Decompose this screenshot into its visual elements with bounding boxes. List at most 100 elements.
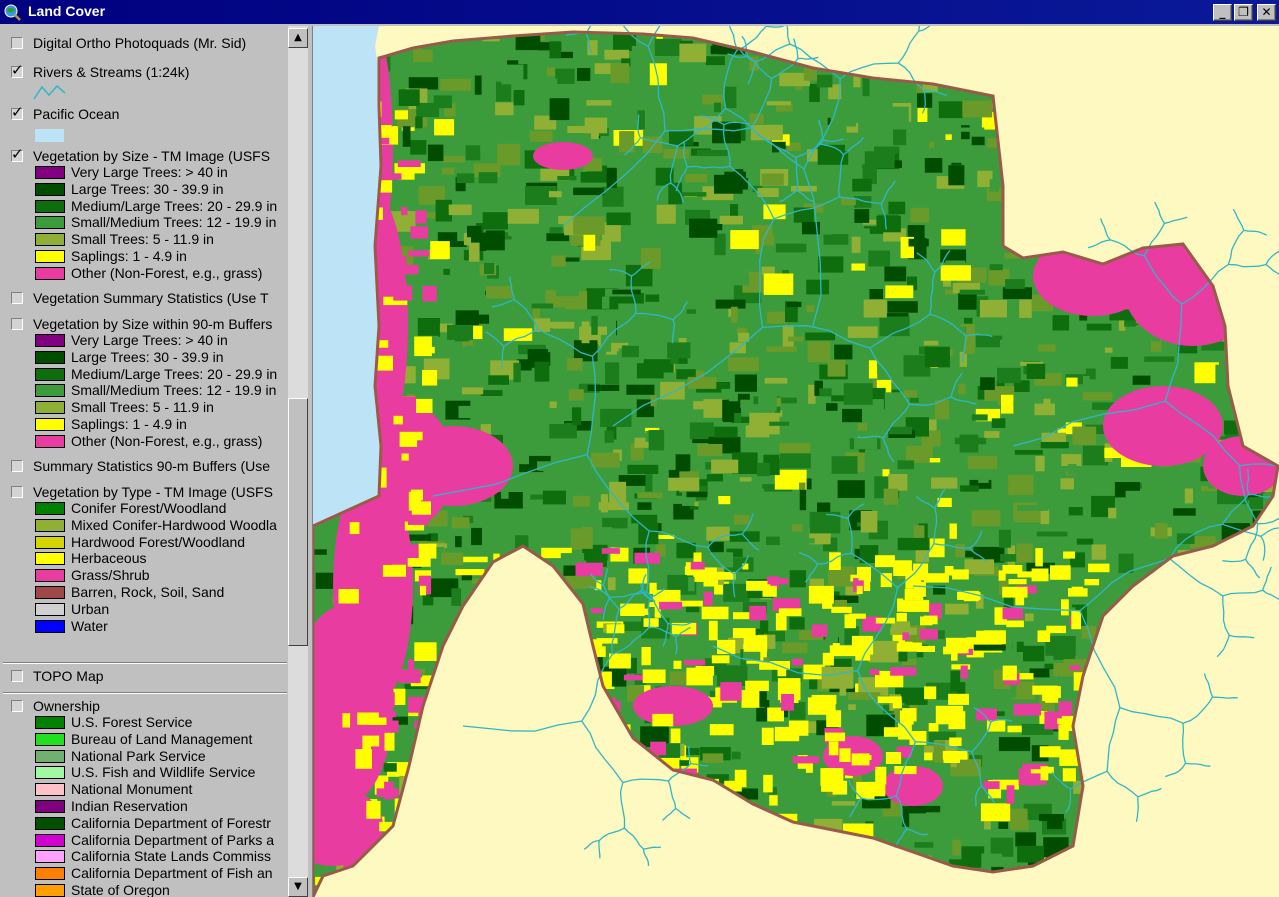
legend-item: Saplings: 1 - 4.9 in <box>0 416 287 433</box>
layer-name[interactable]: Rivers & Streams (1:24k) <box>33 63 189 81</box>
legend-item: Small/Medium Trees: 12 - 19.9 in <box>0 382 287 399</box>
layer-name[interactable]: Vegetation Summary Statistics (Use T <box>33 289 269 307</box>
legend-item: Bureau of Land Management <box>0 731 287 748</box>
toc-layer-header[interactable]: Ownership <box>0 697 287 715</box>
layer-visibility-checkbox[interactable] <box>11 292 23 304</box>
legend-swatch <box>35 585 65 599</box>
toc-layer-header[interactable]: Digital Ortho Photoquads (Mr. Sid) <box>0 34 287 52</box>
scroll-up-button[interactable]: ▲ <box>288 28 308 48</box>
legend-item: Urban <box>0 601 287 618</box>
legend-swatch <box>35 384 65 398</box>
toc-layer-header[interactable]: Vegetation by Size within 90-m Buffers <box>0 315 287 333</box>
layer-name[interactable]: Pacific Ocean <box>33 105 119 123</box>
toc-layer: ✓ Vegetation by Size - TM Image (USFS Very… <box>0 145 287 282</box>
legend-item: National Monument <box>0 781 287 798</box>
legend-item: California State Lands Commiss <box>0 848 287 865</box>
legend-swatch <box>35 552 65 566</box>
legend-item: Medium/Large Trees: 20 - 29.9 in <box>0 198 287 215</box>
close-button[interactable]: ✕ <box>1257 4 1276 21</box>
legend-label: Herbaceous <box>71 550 147 567</box>
legend-swatch <box>35 249 65 263</box>
toc-vertical-scrollbar[interactable]: ▲ ▼ <box>288 26 308 897</box>
legend-label: State of Oregon <box>71 881 170 897</box>
land-cover-window: Land Cover _ ❐ ✕ Digital Ortho Photoquad… <box>0 0 1279 897</box>
legend-swatch <box>35 417 65 431</box>
layer-visibility-checkbox[interactable] <box>11 318 23 330</box>
grass-shrub-patch <box>533 142 593 170</box>
toc-layer-header[interactable]: Vegetation by Type - TM Image (USFS <box>0 483 287 501</box>
legend-swatch <box>35 716 65 729</box>
legend-swatch <box>35 619 65 633</box>
legend-swatch <box>35 783 65 797</box>
legend-swatch <box>35 867 65 881</box>
layer-name[interactable]: Ownership <box>33 697 100 715</box>
legend-label: Other (Non-Forest, e.g., grass) <box>71 264 263 281</box>
layer-visibility-checkbox[interactable] <box>11 486 23 498</box>
legend-swatch <box>35 602 65 616</box>
legend-item: California Department of Fish an <box>0 865 287 882</box>
title-bar[interactable]: Land Cover _ ❐ ✕ <box>0 0 1279 24</box>
layer-visibility-checkbox[interactable] <box>11 37 23 49</box>
toc-layer-header[interactable]: TOPO Map <box>0 667 287 685</box>
legend-swatch <box>35 569 65 583</box>
legend-label: Small/Medium Trees: 12 - 19.9 in <box>71 214 277 231</box>
layer-name[interactable]: TOPO Map <box>33 667 104 685</box>
legend-swatch <box>35 502 65 515</box>
toc-layer: Ownership U.S. Forest Service Bureau of La… <box>0 697 287 897</box>
toc-layer-header[interactable]: ✓ Vegetation by Size - TM Image (USFS <box>0 145 287 165</box>
legend-label: Small/Medium Trees: 12 - 19.9 in <box>71 382 277 399</box>
legend-swatch <box>35 766 65 780</box>
legend-item: Saplings: 1 - 4.9 in <box>0 248 287 265</box>
legend-swatch <box>35 166 65 179</box>
legend-item: Large Trees: 30 - 39.9 in <box>0 349 287 366</box>
toc-layer: Vegetation by Size within 90-m Buffers Ve… <box>0 315 287 450</box>
map-view[interactable] <box>312 26 1279 897</box>
legend-swatch <box>35 732 65 746</box>
legend-label: Very Large Trees: > 40 in <box>71 332 228 348</box>
legend-swatch <box>35 833 65 847</box>
layer-name[interactable]: Digital Ortho Photoquads (Mr. Sid) <box>33 34 246 52</box>
toc-layer-header[interactable]: Summary Statistics 90-m Buffers (Use <box>0 457 287 475</box>
legend-label: California State Lands Commiss <box>71 848 271 865</box>
stream-line-symbol-icon <box>33 84 66 100</box>
toc-layer: Vegetation by Type - TM Image (USFS Conif… <box>0 483 287 634</box>
layer-visibility-checkbox[interactable] <box>11 670 23 682</box>
legend-label: Hardwood Forest/Woodland <box>71 533 246 550</box>
legend-swatch <box>35 816 65 830</box>
toc-layer-header[interactable]: ✓ Rivers & Streams (1:24k) <box>0 61 287 81</box>
toc-layer-header[interactable]: ✓ Pacific Ocean <box>0 103 287 123</box>
legend-label: Urban <box>71 600 110 617</box>
scroll-down-button[interactable]: ▼ <box>288 877 308 897</box>
legend-item: Barren, Rock, Soil, Sand <box>0 584 287 601</box>
layer-name[interactable]: Vegetation by Type - TM Image (USFS <box>33 483 273 501</box>
legend-label: Saplings: 1 - 4.9 in <box>71 247 187 264</box>
restore-button[interactable]: ❐ <box>1234 4 1253 21</box>
legend-swatch <box>35 266 65 280</box>
toc-group-separator <box>3 692 287 694</box>
toc-layer-header[interactable]: Vegetation Summary Statistics (Use T <box>0 289 287 307</box>
layer-name[interactable]: Vegetation by Size - TM Image (USFS <box>33 147 270 165</box>
legend-label: U.S. Forest Service <box>71 714 193 730</box>
legend-label: National Park Service <box>71 747 206 764</box>
layer-name[interactable]: Summary Statistics 90-m Buffers (Use <box>33 457 270 475</box>
scroll-thumb[interactable] <box>288 398 308 646</box>
legend-label: Very Large Trees: > 40 in <box>71 164 228 180</box>
legend-label: National Monument <box>71 781 193 798</box>
table-of-contents: Digital Ortho Photoquads (Mr. Sid) ✓ River… <box>0 26 310 897</box>
layer-visibility-checkbox[interactable] <box>11 460 23 472</box>
legend-swatch <box>35 799 65 813</box>
layer-visibility-checkbox[interactable] <box>11 700 23 712</box>
legend-label: Medium/Large Trees: 20 - 29.9 in <box>71 365 278 382</box>
legend-swatch <box>35 233 65 247</box>
legend-item: Large Trees: 30 - 39.9 in <box>0 181 287 198</box>
layer-name[interactable]: Vegetation by Size within 90-m Buffers <box>33 315 272 333</box>
legend-item: Conifer Forest/Woodland <box>0 500 287 517</box>
minimize-button[interactable]: _ <box>1213 4 1232 21</box>
legend-item: National Park Service <box>0 748 287 765</box>
legend-label: California Department of Forestr <box>71 814 271 831</box>
legend-swatch <box>35 367 65 381</box>
legend-label: California Department of Parks a <box>71 831 275 848</box>
legend-swatch <box>35 850 65 864</box>
land-cover-map[interactable] <box>313 26 1279 897</box>
layer-legend: Very Large Trees: > 40 in Large Trees: 30… <box>0 332 287 450</box>
